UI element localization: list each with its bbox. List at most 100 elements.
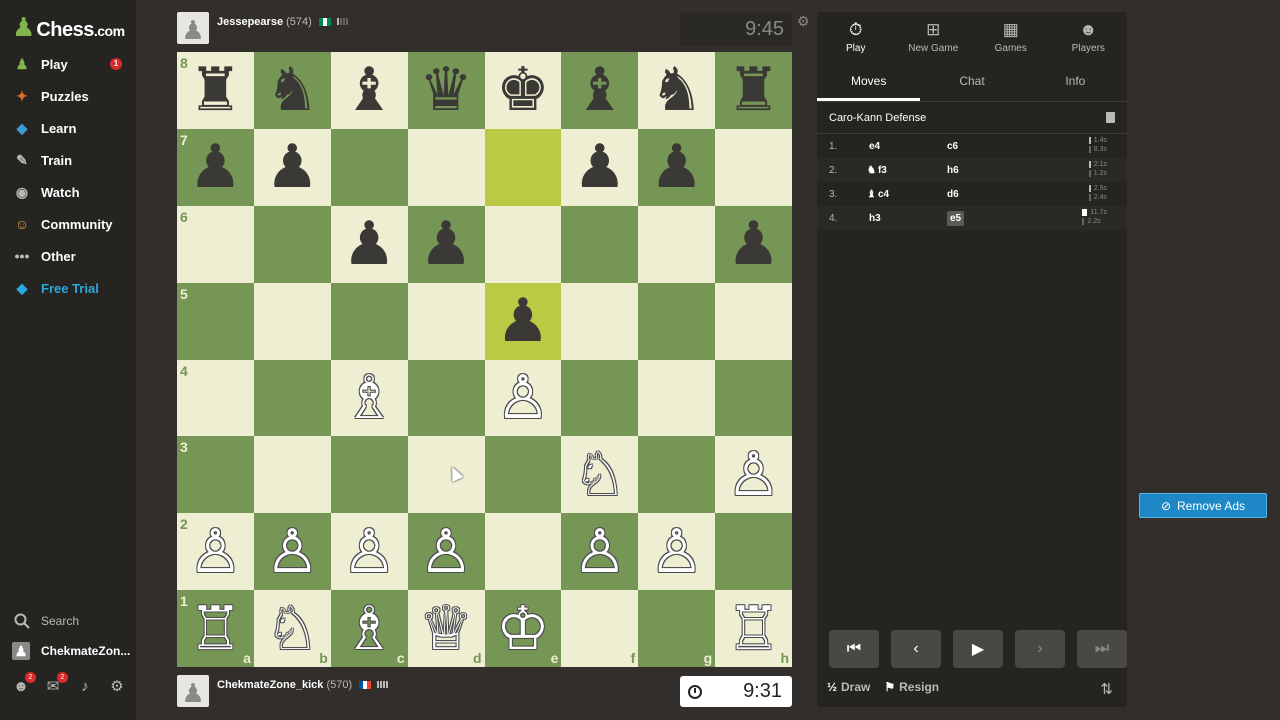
opponent-name[interactable]: Jessepearse — [217, 16, 283, 28]
square-a1[interactable]: ♖ 1 a — [177, 590, 254, 667]
square-b8[interactable]: ♞ — [253, 52, 331, 129]
square-c2[interactable]: ♙ — [330, 513, 408, 591]
square-f2[interactable]: ♙ — [561, 513, 639, 591]
square-g7[interactable]: ♟ — [638, 128, 716, 206]
white-piece[interactable]: ♖ — [189, 599, 243, 659]
draw-button[interactable]: ½ Draw — [827, 680, 870, 694]
square-d3[interactable] — [407, 436, 485, 514]
white-move[interactable]: ♝ c4 — [867, 189, 947, 200]
square-c4[interactable]: ♗ — [330, 359, 408, 437]
square-b3[interactable] — [253, 436, 331, 514]
white-piece[interactable]: ♘ — [573, 445, 627, 505]
square-f4[interactable] — [561, 359, 639, 437]
tab-moves[interactable]: Moves — [817, 62, 921, 101]
white-piece[interactable]: ♙ — [265, 522, 319, 582]
square-a7[interactable]: ♟ 7 — [177, 128, 254, 206]
next-move-button[interactable]: › — [1015, 630, 1065, 668]
avatar[interactable]: ♟ — [177, 12, 209, 44]
avatar[interactable]: ♟ — [177, 675, 209, 707]
square-f6[interactable] — [561, 205, 639, 283]
flip-board-icon[interactable]: ⇅ — [1100, 680, 1113, 698]
black-piece[interactable]: ♞ — [650, 60, 704, 120]
nav-watch[interactable]: ◉ Watch — [12, 178, 130, 206]
black-piece[interactable]: ♟ — [342, 214, 396, 274]
black-move[interactable]: e5 — [947, 210, 1027, 226]
square-c1[interactable]: ♗ c — [330, 590, 408, 667]
square-g3[interactable] — [638, 436, 716, 514]
white-move[interactable]: e4 — [867, 141, 947, 152]
square-h6[interactable]: ♟ — [715, 205, 792, 283]
black-piece[interactable]: ♜ — [189, 60, 243, 120]
nav-free-trial[interactable]: ◆ Free Trial — [12, 274, 130, 302]
square-c3[interactable] — [330, 436, 408, 514]
square-c8[interactable]: ♝ — [330, 52, 408, 129]
square-a2[interactable]: ♙ 2 — [177, 513, 254, 591]
square-a5[interactable]: 5 — [177, 282, 254, 360]
white-piece[interactable]: ♗ — [342, 368, 396, 428]
chess-board[interactable]: ♜ 8 ♞ ♝ ♛ ♚ ♝ ♞ ♜ ♟ 7 ♟ ♟ ♟ 6 ♟ ♟ ♟ 5 ♟ 4 ♗ ♙ 3 ♘ ♙ ♙ 2 ♙ ♙ ♙ ♙ ♙ ♖ 1 a ♘ b ♗ c… — [177, 52, 792, 667]
white-piece[interactable]: ♙ — [419, 522, 473, 582]
square-f5[interactable] — [561, 282, 639, 360]
square-b4[interactable] — [253, 359, 331, 437]
tab-chat[interactable]: Chat — [920, 62, 1023, 101]
square-e7[interactable] — [484, 128, 562, 206]
square-e6[interactable] — [484, 205, 562, 283]
square-e4[interactable]: ♙ — [484, 359, 562, 437]
square-d1[interactable]: ♕ d — [407, 590, 485, 667]
opening-name[interactable]: Caro-Kann Defense — [829, 112, 926, 124]
sidebar-search[interactable]: Search — [12, 612, 79, 630]
square-h7[interactable] — [715, 128, 792, 206]
nav-train[interactable]: ✎ Train — [12, 146, 130, 174]
white-move[interactable]: ♞ f3 — [867, 165, 947, 176]
square-e3[interactable] — [484, 436, 562, 514]
black-piece[interactable]: ♟ — [265, 137, 319, 197]
white-piece[interactable]: ♙ — [650, 522, 704, 582]
white-piece[interactable]: ♔ — [496, 599, 550, 659]
black-piece[interactable]: ♚ — [496, 60, 550, 120]
square-h8[interactable]: ♜ — [715, 52, 792, 129]
square-c6[interactable]: ♟ — [330, 205, 408, 283]
square-g5[interactable] — [638, 282, 716, 360]
square-g2[interactable]: ♙ — [638, 513, 716, 591]
square-a3[interactable]: 3 — [177, 436, 254, 514]
square-e1[interactable]: ♔ e — [484, 590, 562, 667]
tab-players[interactable]: ☻ Players — [1050, 12, 1128, 62]
square-b7[interactable]: ♟ — [253, 128, 331, 206]
friends-icon[interactable]: ☻ 2 — [12, 672, 36, 696]
square-h1[interactable]: ♖ h — [715, 590, 792, 667]
square-c5[interactable] — [330, 282, 408, 360]
square-h4[interactable] — [715, 359, 792, 437]
white-move[interactable]: h3 — [867, 213, 947, 224]
previous-move-button[interactable]: ‹ — [891, 630, 941, 668]
black-piece[interactable]: ♝ — [573, 60, 627, 120]
square-a8[interactable]: ♜ 8 — [177, 52, 254, 129]
chess-logo[interactable]: ♟ Chess.com — [12, 14, 125, 42]
remove-ads-button[interactable]: ⊘ Remove Ads — [1139, 493, 1267, 518]
square-a6[interactable]: 6 — [177, 205, 254, 283]
square-f7[interactable]: ♟ — [561, 128, 639, 206]
square-f1[interactable]: f — [561, 590, 639, 667]
square-g1[interactable]: g — [638, 590, 716, 667]
last-move-button[interactable]: ⏭ — [1077, 630, 1127, 668]
square-f8[interactable]: ♝ — [561, 52, 639, 129]
black-piece[interactable]: ♟ — [419, 214, 473, 274]
square-a4[interactable]: 4 — [177, 359, 254, 437]
square-b2[interactable]: ♙ — [253, 513, 331, 591]
nav-other[interactable]: ••• Other — [12, 242, 130, 270]
square-b5[interactable] — [253, 282, 331, 360]
book-icon[interactable] — [1106, 112, 1115, 123]
square-g4[interactable] — [638, 359, 716, 437]
square-b1[interactable]: ♘ b — [253, 590, 331, 667]
square-g8[interactable]: ♞ — [638, 52, 716, 129]
nav-learn[interactable]: ◆ Learn — [12, 114, 130, 142]
square-d5[interactable] — [407, 282, 485, 360]
mail-icon[interactable]: ✉ 2 — [44, 672, 68, 696]
black-piece[interactable]: ♟ — [496, 291, 550, 351]
resign-button[interactable]: ⚑ Resign — [884, 680, 939, 694]
white-piece[interactable]: ♙ — [189, 522, 243, 582]
board-settings-gear-icon[interactable]: ⚙ — [797, 13, 810, 30]
black-piece[interactable]: ♛ — [419, 60, 473, 120]
white-piece[interactable]: ♘ — [265, 599, 319, 659]
white-piece[interactable]: ♕ — [419, 599, 473, 659]
first-move-button[interactable]: ⏮ — [829, 630, 879, 668]
